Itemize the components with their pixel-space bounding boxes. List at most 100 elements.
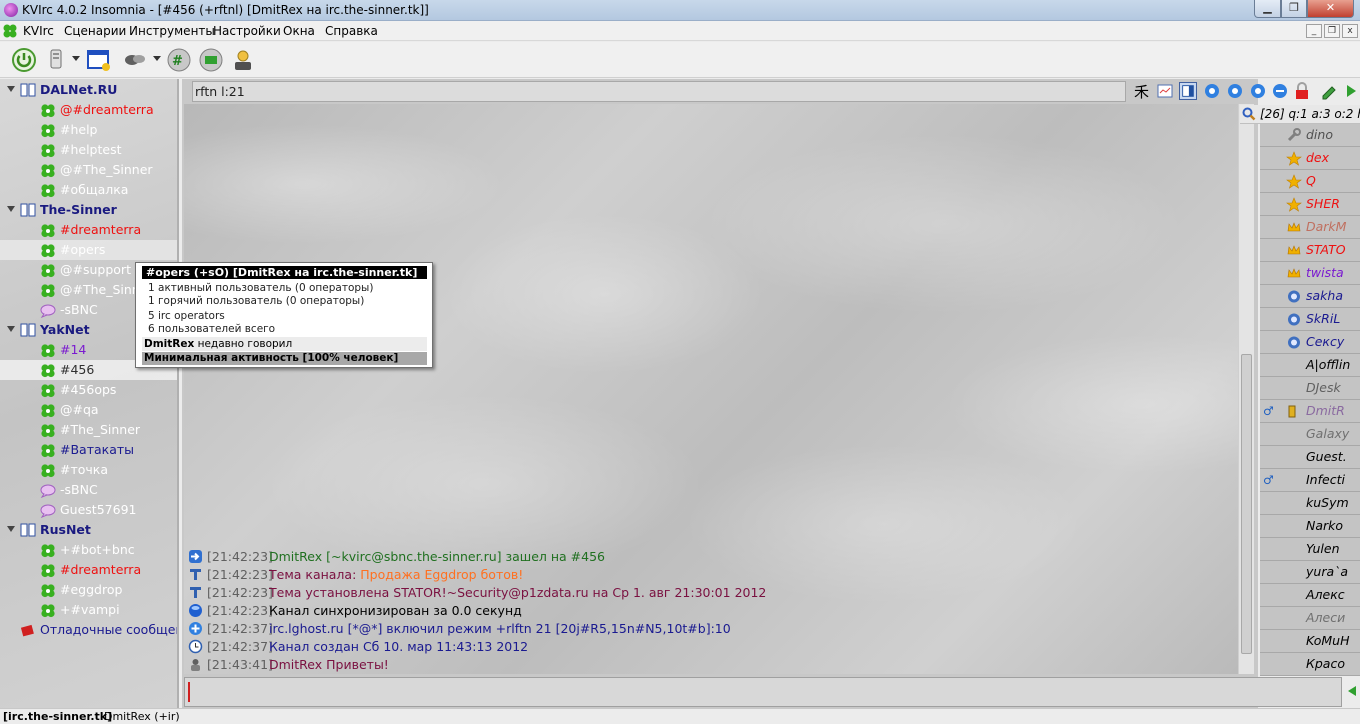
userlist-item[interactable]: Guest. xyxy=(1260,446,1360,469)
menu-scripts[interactable]: Сценарии xyxy=(64,24,126,38)
menu-tools[interactable]: Инструменты xyxy=(129,24,215,38)
userlist-item[interactable]: A|offlin xyxy=(1260,354,1360,377)
chinese-char-icon[interactable]: 禾 xyxy=(1133,82,1151,100)
userlist-item[interactable]: dex xyxy=(1260,147,1360,170)
tree-expander[interactable] xyxy=(7,526,15,532)
tree-expander[interactable] xyxy=(7,326,15,332)
chat-message[interactable]: [21:42:37] irc.lghost.ru [*@*] включил ре… xyxy=(184,620,1238,638)
actions-dropdown-arrow[interactable] xyxy=(153,56,161,61)
mode-ban-icon[interactable] xyxy=(1271,82,1289,100)
send-arrow-icon[interactable] xyxy=(1346,684,1358,698)
userlist-item[interactable]: Красо xyxy=(1260,653,1360,676)
userlist-item[interactable]: Yulen xyxy=(1260,538,1360,561)
mdi-minimize-button[interactable]: _ xyxy=(1306,24,1322,38)
chat-scrollbar-thumb[interactable] xyxy=(1241,354,1252,654)
tree-channel-item[interactable]: #dreamterra xyxy=(0,560,177,580)
tree-channel-item[interactable]: #Ватакаты xyxy=(0,440,177,460)
userlist-item[interactable]: DJesk xyxy=(1260,377,1360,400)
tree-channel-item[interactable]: #456ops xyxy=(0,380,177,400)
tree-expander[interactable] xyxy=(7,206,15,212)
chat-message[interactable]: [21:42:23] Тема установлена STATOR!~Secur… xyxy=(184,584,1238,602)
mdi-close-button[interactable]: x xyxy=(1342,24,1358,38)
tree-channel-item[interactable]: #The_Sinner xyxy=(0,420,177,440)
chat-message[interactable]: [21:42:37] Канал создан Сб 10. мар 11:43:… xyxy=(184,638,1238,656)
userlist-item[interactable]: Q xyxy=(1260,170,1360,193)
tree-debug-messages[interactable]: Отладочные сообщени xyxy=(0,620,177,640)
tree-channel-item[interactable]: +#vampi xyxy=(0,600,177,620)
userlist-item[interactable]: dino xyxy=(1260,124,1360,147)
kvirc-menu-icon[interactable] xyxy=(2,23,18,39)
userlist-item[interactable]: twista xyxy=(1260,262,1360,285)
tree-channel-item[interactable]: #точка xyxy=(0,460,177,480)
minimize-button[interactable]: ▁ xyxy=(1254,0,1281,18)
userlist-item[interactable]: kuSym xyxy=(1260,492,1360,515)
userlist-toggle-icon[interactable] xyxy=(1179,82,1197,100)
userlist-item[interactable]: STATO xyxy=(1260,239,1360,262)
edit-icon[interactable] xyxy=(1320,82,1338,100)
mode-voice-icon[interactable] xyxy=(1249,82,1267,100)
tree-channel-item[interactable]: #opers xyxy=(0,240,177,260)
userlist-item[interactable]: Алекс xyxy=(1260,584,1360,607)
userlist-item[interactable]: ♂ Infecti xyxy=(1260,469,1360,492)
server-dropdown-arrow[interactable] xyxy=(72,56,80,61)
server-icon[interactable] xyxy=(43,47,69,73)
user-icon[interactable] xyxy=(230,47,256,73)
tree-channel-item[interactable]: #helptest xyxy=(0,140,177,160)
tree-channel-item[interactable]: #help xyxy=(0,120,177,140)
chat-message[interactable]: [21:43:41] DmitRex Приветы! xyxy=(184,656,1238,674)
userlist-item[interactable]: Galaxy xyxy=(1260,423,1360,446)
title-bar: KVIrc 4.0.2 Insomnia - [#456 (+rftnl) [D… xyxy=(0,0,1360,21)
tree-channel-item[interactable]: @#The_Sinner xyxy=(0,160,177,180)
userlist-item[interactable]: sakha xyxy=(1260,285,1360,308)
tree-channel-item[interactable]: Guest57691 xyxy=(0,500,177,520)
lock-icon[interactable] xyxy=(1293,82,1311,100)
menu-windows[interactable]: Окна xyxy=(283,24,315,38)
tree-channel-item[interactable]: @#dreamterra xyxy=(0,100,177,120)
dcc-icon[interactable] xyxy=(198,47,224,73)
userlist-item[interactable]: ♂ DmitR xyxy=(1260,400,1360,423)
tree-server-0[interactable]: DALNet.RU xyxy=(0,80,177,100)
tree-expander[interactable] xyxy=(7,86,15,92)
clock-icon xyxy=(188,639,203,654)
userlist-item[interactable]: SkRiL xyxy=(1260,308,1360,331)
chat-message[interactable]: [21:42:23] Канал синхронизирован за 0.0 с… xyxy=(184,602,1238,620)
chat-message[interactable]: [21:42:23] DmitRex [~kvirc@sbnc.the-sinne… xyxy=(184,548,1238,566)
userlist-item[interactable]: KoMuH xyxy=(1260,630,1360,653)
userlist-item[interactable]: Алеси xyxy=(1260,607,1360,630)
connect-icon[interactable] xyxy=(11,47,37,73)
search-icon[interactable] xyxy=(1242,107,1256,121)
topic-bar[interactable]: rftn l:21 xyxy=(192,81,1126,102)
message-input[interactable] xyxy=(184,677,1342,707)
mdi-restore-button[interactable]: ❐ xyxy=(1324,24,1340,38)
close-button[interactable]: ✕ xyxy=(1307,0,1354,18)
tree-server-1[interactable]: The-Sinner xyxy=(0,200,177,220)
window-icon[interactable] xyxy=(86,47,112,73)
mode-op-icon[interactable] xyxy=(1203,82,1221,100)
userlist-item[interactable]: yura`a xyxy=(1260,561,1360,584)
tree-server-3[interactable]: RusNet xyxy=(0,520,177,540)
menu-help[interactable]: Справка xyxy=(325,24,378,38)
tree-channel-item[interactable]: #общалка xyxy=(0,180,177,200)
log-view-icon[interactable] xyxy=(1156,82,1174,100)
play-icon[interactable] xyxy=(1342,82,1360,100)
tree-channel-item[interactable]: #dreamterra xyxy=(0,220,177,240)
menu-kvirc[interactable]: KVIrc xyxy=(23,24,54,38)
userlist-item[interactable]: DarkM xyxy=(1260,216,1360,239)
chat-view[interactable]: [21:42:23] DmitRex [~kvirc@sbnc.the-sinne… xyxy=(184,104,1238,674)
tree-channel-item[interactable]: +#bot+bnc xyxy=(0,540,177,560)
mode-halfop-icon[interactable] xyxy=(1226,82,1244,100)
tree-channel-item[interactable]: #eggdrop xyxy=(0,580,177,600)
userlist-item[interactable]: Narko xyxy=(1260,515,1360,538)
menu-settings[interactable]: Настройки xyxy=(213,24,281,38)
message-text: DmitRex [~kvirc@sbnc.the-sinner.ru] заше… xyxy=(269,549,606,564)
userlist-item[interactable]: SHER xyxy=(1260,193,1360,216)
channel-join-icon[interactable]: # xyxy=(166,47,192,73)
userlist-item[interactable]: Сексу xyxy=(1260,331,1360,354)
chat-scrollbar[interactable] xyxy=(1238,104,1254,674)
tree-channel-item[interactable]: -sBNC xyxy=(0,480,177,500)
maximize-button[interactable]: ❐ xyxy=(1281,0,1307,18)
input-cursor xyxy=(188,682,190,702)
tree-channel-item[interactable]: @#qa xyxy=(0,400,177,420)
actions-icon[interactable] xyxy=(122,47,148,73)
chat-message[interactable]: [21:42:23] Тема канала: Продажа Eggdrop б… xyxy=(184,566,1238,584)
